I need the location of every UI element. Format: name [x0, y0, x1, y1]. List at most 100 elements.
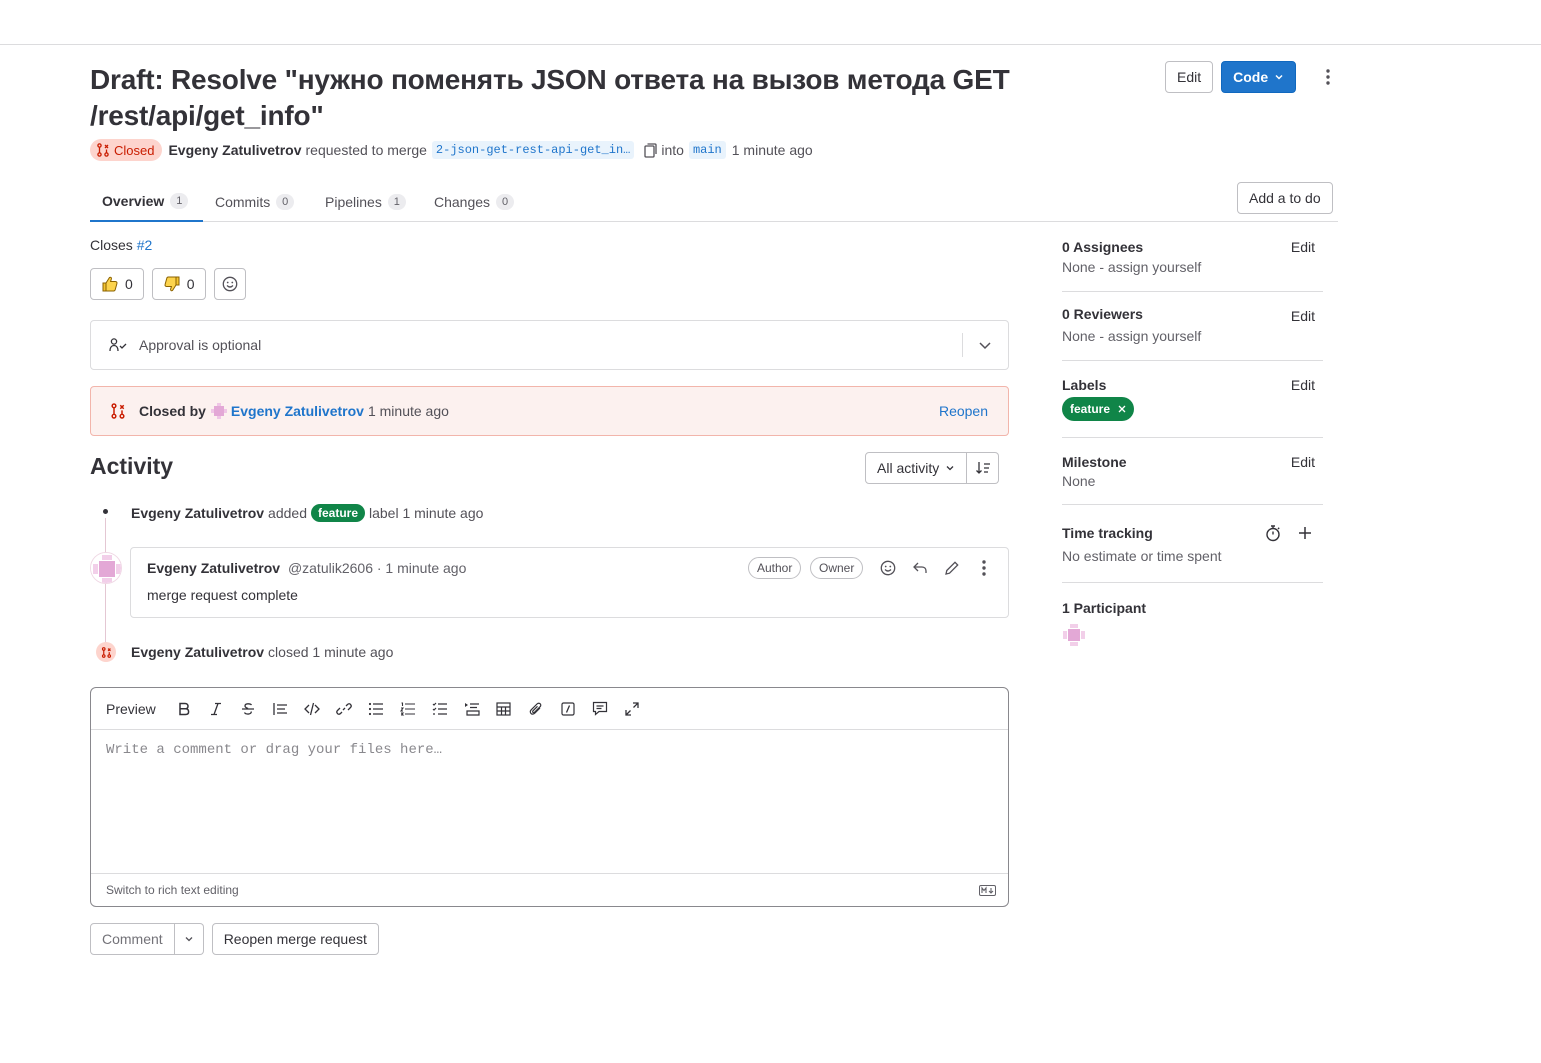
more-actions-icon[interactable] [975, 559, 993, 577]
quote-icon[interactable] [264, 693, 296, 725]
note-action: added [268, 505, 307, 521]
reviewers-edit-button[interactable]: Edit [1291, 308, 1315, 324]
attachment-icon[interactable] [520, 693, 552, 725]
tab-count: 0 [276, 194, 295, 210]
participants-title: 1 Participant [1062, 600, 1147, 616]
strikethrough-icon[interactable] [232, 693, 264, 725]
assignees-edit-button[interactable]: Edit [1291, 239, 1315, 255]
merge-closed-icon [110, 403, 126, 419]
sort-button[interactable] [967, 452, 1000, 484]
tab-commits[interactable]: Commits 0 [215, 182, 295, 222]
add-todo-button[interactable]: Add a to do [1237, 182, 1333, 214]
comment-textarea[interactable] [106, 742, 986, 862]
form-actions: Comment Reopen merge request [90, 923, 379, 955]
comment-author[interactable]: Evgeny Zatulivetrov [147, 560, 280, 576]
note-user[interactable]: Evgeny Zatulivetrov [131, 644, 264, 660]
edit-button[interactable]: Edit [1165, 61, 1214, 93]
reopen-link[interactable]: Reopen [939, 403, 988, 419]
chevron-down-icon [185, 937, 193, 942]
preview-tab[interactable]: Preview [106, 701, 156, 717]
thumbs-up-count: 0 [125, 276, 133, 292]
labels-edit-button[interactable]: Edit [1291, 377, 1315, 393]
sort-icon [975, 462, 990, 474]
time-tracking-title: Time tracking [1062, 525, 1153, 541]
closes-issue: Closes #2 [90, 237, 152, 253]
comment-icon[interactable] [584, 693, 616, 725]
time-tracking-value: No estimate or time spent [1062, 548, 1222, 564]
comment-body: merge request complete [147, 587, 298, 603]
chevron-down-icon [946, 466, 954, 471]
tab-overview[interactable]: Overview 1 [90, 182, 203, 222]
milestone-section: Milestone Edit None [1062, 438, 1323, 505]
comment-options-button[interactable] [174, 923, 204, 955]
note-action: closed 1 minute ago [268, 644, 394, 660]
bold-icon[interactable] [168, 693, 200, 725]
source-branch[interactable]: 2-json-get-rest-api-get_in… [431, 141, 635, 159]
author-name[interactable]: Evgeny Zatulivetrov [168, 142, 301, 158]
issue-link[interactable]: #2 [137, 237, 153, 253]
code-button[interactable]: Code [1221, 61, 1297, 93]
approval-widget[interactable]: Approval is optional [90, 320, 1009, 370]
chevron-down-icon[interactable] [978, 338, 992, 352]
numbered-list-icon[interactable] [392, 693, 424, 725]
comment-meta[interactable]: @zatulik2606 · 1 minute ago [288, 560, 466, 576]
chevron-down-icon [1275, 74, 1283, 80]
thumbs-down-icon [164, 276, 180, 292]
italic-icon[interactable] [200, 693, 232, 725]
code-button-label: Code [1233, 69, 1269, 85]
pencil-icon[interactable] [943, 559, 961, 577]
switch-rich-text-link[interactable]: Switch to rich text editing [106, 883, 239, 897]
editor-toolbar: Preview [91, 688, 1008, 730]
more-actions-icon[interactable] [1312, 61, 1344, 93]
add-reaction-button[interactable] [213, 268, 246, 300]
task-list-icon[interactable] [424, 693, 456, 725]
thumbs-down-button[interactable]: 0 [151, 268, 206, 300]
link-icon[interactable] [328, 693, 360, 725]
fullscreen-icon[interactable] [616, 693, 648, 725]
approval-text: Approval is optional [139, 337, 262, 353]
code-icon[interactable] [296, 693, 328, 725]
tab-changes[interactable]: Changes 0 [434, 182, 515, 222]
time-tracking-section: Time tracking No estimate or time spent [1062, 505, 1323, 583]
label-badge[interactable]: feature [1062, 397, 1135, 421]
activity-filter-label: All activity [877, 460, 940, 476]
status-text: Closed [114, 142, 155, 158]
reopen-merge-request-button[interactable]: Reopen merge request [211, 923, 379, 955]
tab-count: 0 [496, 194, 515, 210]
plus-icon[interactable] [1298, 526, 1312, 540]
copy-icon[interactable] [644, 142, 658, 158]
milestone-edit-button[interactable]: Edit [1291, 454, 1315, 470]
comment-header: Evgeny Zatulivetrov @zatulik2606 · 1 min… [147, 560, 466, 576]
thumbs-up-icon [102, 276, 118, 292]
closes-prefix: Closes [90, 237, 133, 253]
quick-actions-icon[interactable] [552, 693, 584, 725]
system-note-label: Evgeny Zatulivetrov added feature label … [131, 504, 483, 522]
note-user[interactable]: Evgeny Zatulivetrov [131, 505, 264, 521]
activity-filter-dropdown[interactable]: All activity [865, 452, 968, 484]
thumbs-down-count: 0 [186, 276, 195, 292]
closed-by-user-link[interactable]: Evgeny Zatulivetrov [231, 403, 364, 419]
reviewers-value[interactable]: None - assign yourself [1062, 328, 1201, 344]
bullet-list-icon[interactable] [360, 693, 392, 725]
target-branch[interactable]: main [688, 141, 726, 159]
avatar[interactable] [90, 552, 122, 584]
label-badge[interactable]: feature [310, 504, 365, 522]
table-icon[interactable] [488, 693, 520, 725]
time-text: 1 minute ago [731, 142, 813, 158]
merge-closed-icon [96, 642, 116, 662]
smiley-icon[interactable] [879, 559, 897, 577]
smiley-icon [222, 276, 237, 292]
tab-label: Overview [102, 193, 165, 209]
participants-section: 1 Participant [1062, 583, 1323, 653]
close-icon[interactable] [1118, 405, 1126, 413]
reply-icon[interactable] [911, 559, 929, 577]
avatar[interactable] [1062, 623, 1086, 647]
thumbs-up-button[interactable]: 0 [90, 268, 144, 300]
stopwatch-icon[interactable] [1265, 525, 1281, 542]
system-note-closed: Evgeny Zatulivetrov closed 1 minute ago [131, 644, 393, 660]
assignees-value[interactable]: None - assign yourself [1062, 259, 1201, 275]
label-text: feature [1070, 402, 1111, 416]
tab-pipelines[interactable]: Pipelines 1 [325, 182, 406, 222]
collapsible-icon[interactable] [456, 693, 488, 725]
comment-button[interactable]: Comment [90, 923, 175, 955]
